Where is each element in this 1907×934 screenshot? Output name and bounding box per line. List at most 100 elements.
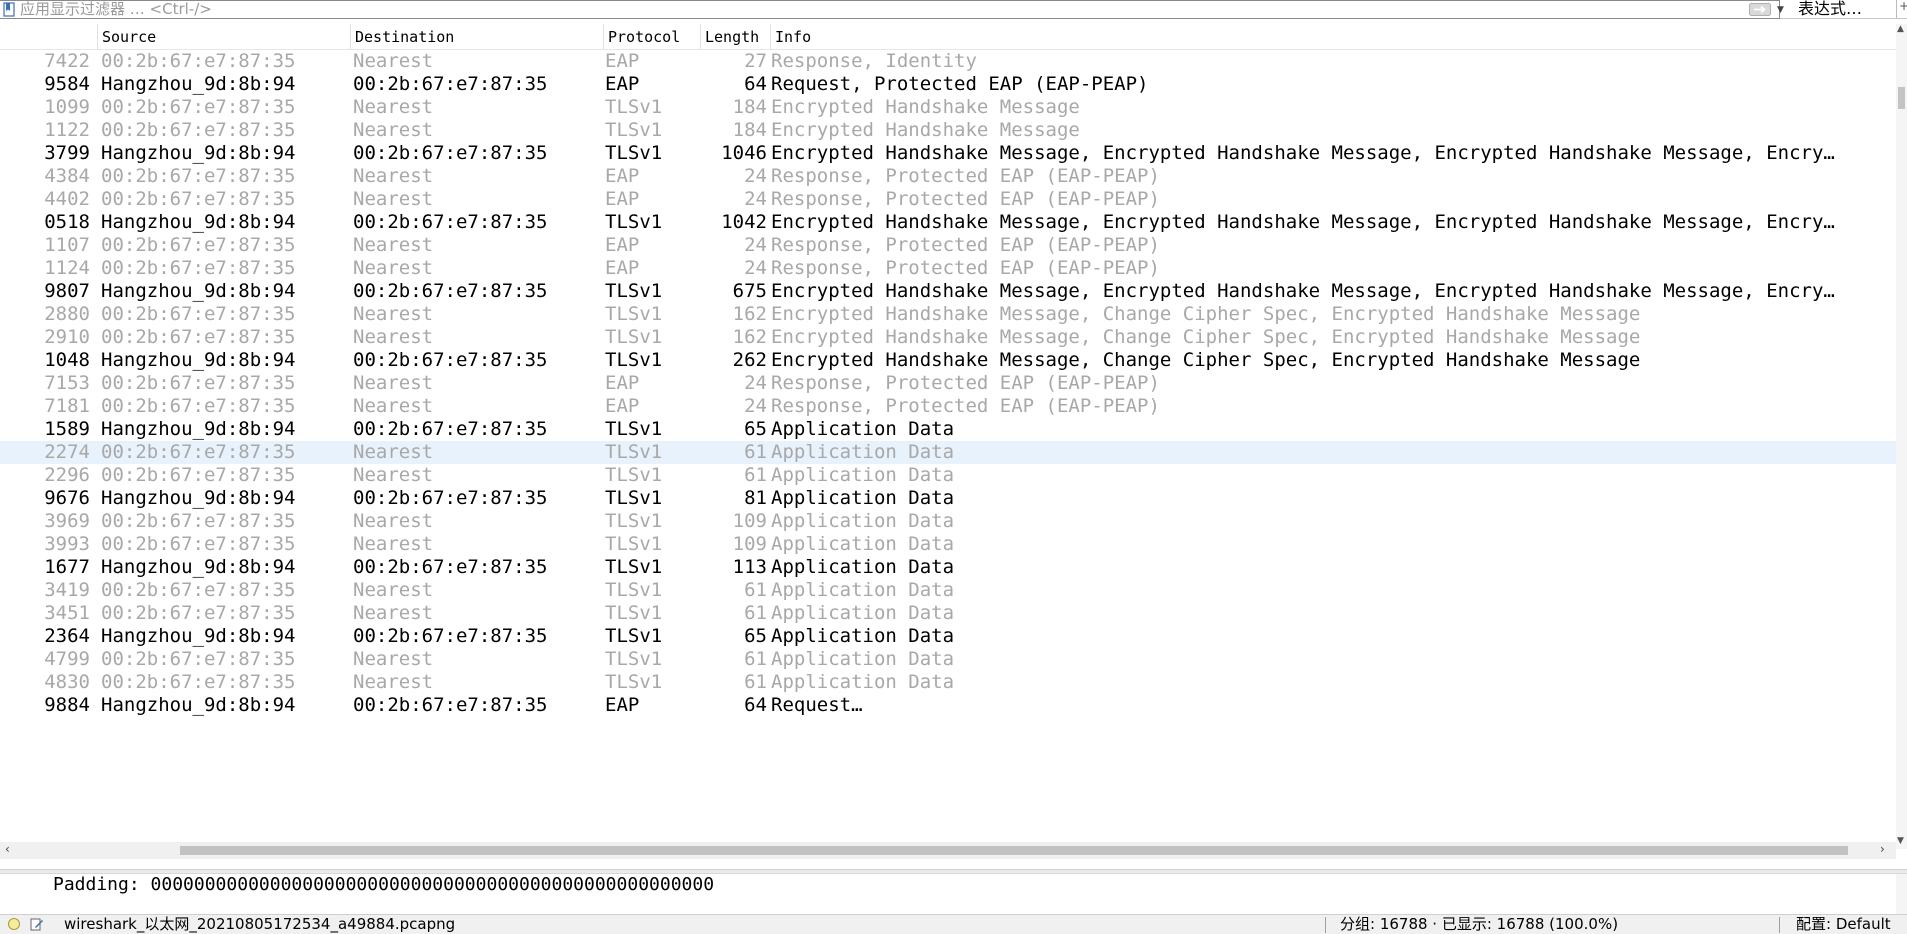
- packet-source-cell: Hangzhou_9d:8b:94: [101, 694, 296, 716]
- packet-row[interactable]: 2364 Hangzhou_9d:8b:94 00:2b:67:e7:87:35 TL…: [0, 625, 1896, 648]
- horizontal-scrollbar-thumb[interactable]: [180, 846, 1848, 855]
- packet-info-cell: Application Data: [771, 602, 955, 624]
- packet-row[interactable]: 4830 00:2b:67:e7:87:35 Nearest TLSv1 61 Appli…: [0, 671, 1896, 694]
- packet-destination-cell: 00:2b:67:e7:87:35: [353, 625, 548, 647]
- packet-length-cell: 65: [744, 625, 767, 647]
- scroll-down-arrow-icon[interactable]: ▼: [1897, 836, 1904, 846]
- packet-row[interactable]: 3419 00:2b:67:e7:87:35 Nearest TLSv1 61 Appli…: [0, 579, 1896, 602]
- scroll-left-arrow-icon[interactable]: ‹: [5, 842, 10, 856]
- capture-comment-edit-icon[interactable]: [30, 917, 44, 931]
- packet-protocol-cell: TLSv1: [605, 602, 663, 624]
- packet-length-cell: 24: [744, 234, 767, 256]
- column-header-info[interactable]: Info: [770, 24, 1896, 50]
- packet-row[interactable]: 9584 Hangzhou_9d:8b:94 00:2b:67:e7:87:35 EA…: [0, 73, 1896, 96]
- packet-source-cell: 00:2b:67:e7:87:35: [101, 648, 296, 670]
- status-bar: wireshark_以太网_20210805172534_a49884.pcap…: [0, 914, 1907, 934]
- packet-protocol-cell: TLSv1: [605, 671, 663, 693]
- column-header-source[interactable]: Source: [97, 24, 350, 50]
- packet-info-cell: Response, Identity: [771, 50, 977, 72]
- add-filter-button[interactable]: +: [1896, 0, 1907, 18]
- column-header-destination[interactable]: Destination: [350, 24, 603, 50]
- packet-row[interactable]: 9884 Hangzhou_9d:8b:94 00:2b:67:e7:87:35 EA…: [0, 694, 1896, 717]
- packet-time-cell: 7422: [44, 50, 90, 72]
- apply-filter-arrow-icon[interactable]: [1749, 3, 1771, 16]
- details-vertical-scrollbar[interactable]: [1896, 874, 1907, 915]
- packet-row[interactable]: 2296 00:2b:67:e7:87:35 Nearest TLSv1 61 Appli…: [0, 464, 1896, 487]
- packet-row[interactable]: 1122 00:2b:67:e7:87:35 Nearest TLSv1 184 Encr…: [0, 119, 1896, 142]
- packet-source-cell: 00:2b:67:e7:87:35: [101, 464, 296, 486]
- packet-row[interactable]: 2880 00:2b:67:e7:87:35 Nearest TLSv1 162 Encr…: [0, 303, 1896, 326]
- scroll-up-arrow-icon[interactable]: ▲: [1897, 24, 1904, 34]
- packet-list-vertical-scrollbar[interactable]: ▲ ▼: [1896, 24, 1907, 849]
- packet-row[interactable]: 3993 00:2b:67:e7:87:35 Nearest TLSv1 109 Appl…: [0, 533, 1896, 556]
- packet-list-horizontal-scrollbar[interactable]: ‹ ›: [0, 842, 1896, 859]
- packet-protocol-cell: TLSv1: [605, 441, 663, 463]
- packet-time-cell: 9884: [44, 694, 90, 716]
- packet-destination-cell: 00:2b:67:e7:87:35: [353, 349, 548, 371]
- packet-source-cell: Hangzhou_9d:8b:94: [101, 418, 296, 440]
- packet-time-cell: 1099: [44, 96, 90, 118]
- packet-protocol-cell: TLSv1: [605, 464, 663, 486]
- scrollbar-thumb[interactable]: [1898, 87, 1905, 109]
- packet-row[interactable]: 0518 Hangzhou_9d:8b:94 00:2b:67:e7:87:35 TL…: [0, 211, 1896, 234]
- packet-row[interactable]: 1124 00:2b:67:e7:87:35 Nearest EAP 24 Respons…: [0, 257, 1896, 280]
- packet-length-cell: 162: [732, 326, 767, 348]
- packet-row[interactable]: 3969 00:2b:67:e7:87:35 Nearest TLSv1 109 Appl…: [0, 510, 1896, 533]
- packet-row[interactable]: 1677 Hangzhou_9d:8b:94 00:2b:67:e7:87:35 TL…: [0, 556, 1896, 579]
- packet-length-cell: 81: [744, 487, 767, 509]
- packet-row[interactable]: 4384 00:2b:67:e7:87:35 Nearest EAP 24 Respons…: [0, 165, 1896, 188]
- column-header-time[interactable]: [0, 24, 97, 50]
- configuration-profile[interactable]: 配置: Default: [1796, 915, 1891, 934]
- packet-row[interactable]: 1107 00:2b:67:e7:87:35 Nearest EAP 24 Respons…: [0, 234, 1896, 257]
- packet-time-cell: 7153: [44, 372, 90, 394]
- packet-row[interactable]: 9676 Hangzhou_9d:8b:94 00:2b:67:e7:87:35 TL…: [0, 487, 1896, 510]
- packet-protocol-cell: TLSv1: [605, 418, 663, 440]
- packet-time-cell: 2364: [44, 625, 90, 647]
- expert-info-indicator-icon[interactable]: [8, 918, 20, 930]
- packet-source-cell: 00:2b:67:e7:87:35: [101, 372, 296, 394]
- packet-length-cell: 24: [744, 165, 767, 187]
- packet-row[interactable]: 1099 00:2b:67:e7:87:35 Nearest TLSv1 184 Encr…: [0, 96, 1896, 119]
- packet-time-cell: 2296: [44, 464, 90, 486]
- display-filter-toolbar: 应用显示过滤器 … <Ctrl-/> ▼ 表达式… +: [0, 0, 1907, 19]
- packet-row[interactable]: 4799 00:2b:67:e7:87:35 Nearest TLSv1 61 Appli…: [0, 648, 1896, 671]
- packet-time-cell: 1048: [44, 349, 90, 371]
- scroll-right-arrow-icon[interactable]: ›: [1880, 842, 1885, 856]
- detail-field-padding[interactable]: Padding: 0000000000000000000000000000000…: [53, 874, 714, 896]
- packet-destination-cell: Nearest: [353, 441, 434, 463]
- packet-row[interactable]: 2274 00:2b:67:e7:87:35 Nearest TLSv1 61 Appli…: [0, 441, 1896, 464]
- packet-protocol-cell: TLSv1: [605, 487, 663, 509]
- packet-destination-cell: Nearest: [353, 119, 434, 141]
- packet-details-pane[interactable]: Padding: 0000000000000000000000000000000…: [0, 873, 1907, 915]
- packet-source-cell: 00:2b:67:e7:87:35: [101, 579, 296, 601]
- packet-length-cell: 64: [744, 73, 767, 95]
- packet-info-cell: Application Data: [771, 625, 955, 647]
- packet-row[interactable]: 7153 00:2b:67:e7:87:35 Nearest EAP 24 Respons…: [0, 372, 1896, 395]
- packet-row[interactable]: 7181 00:2b:67:e7:87:35 Nearest EAP 24 Respons…: [0, 395, 1896, 418]
- packet-row[interactable]: 7422 00:2b:67:e7:87:35 Nearest EAP 27 Respons…: [0, 50, 1896, 73]
- packet-row[interactable]: 4402 00:2b:67:e7:87:35 Nearest EAP 24 Respons…: [0, 188, 1896, 211]
- packet-row[interactable]: 1589 Hangzhou_9d:8b:94 00:2b:67:e7:87:35 TL…: [0, 418, 1896, 441]
- packet-row[interactable]: 3451 00:2b:67:e7:87:35 Nearest TLSv1 61 Appli…: [0, 602, 1896, 625]
- packet-time-cell: 3969: [44, 510, 90, 532]
- packet-time-cell: 4799: [44, 648, 90, 670]
- packet-row[interactable]: 9807 Hangzhou_9d:8b:94 00:2b:67:e7:87:35 TL…: [0, 280, 1896, 303]
- packet-length-cell: 1042: [721, 211, 767, 233]
- packet-protocol-cell: EAP: [605, 372, 640, 394]
- bookmark-icon[interactable]: [3, 2, 15, 17]
- packet-list[interactable]: Source Destination Protocol Length Info …: [0, 24, 1896, 849]
- packet-length-cell: 24: [744, 372, 767, 394]
- packet-row[interactable]: 1048 Hangzhou_9d:8b:94 00:2b:67:e7:87:35 TL…: [0, 349, 1896, 372]
- packet-destination-cell: Nearest: [353, 533, 434, 555]
- column-header-protocol[interactable]: Protocol: [603, 24, 700, 50]
- filter-history-dropdown-icon[interactable]: ▼: [1777, 5, 1784, 15]
- packet-info-cell: Encrypted Handshake Message, Change Ciph…: [771, 349, 1641, 371]
- packet-protocol-cell: EAP: [605, 165, 640, 187]
- packet-row[interactable]: 3799 Hangzhou_9d:8b:94 00:2b:67:e7:87:35 TL…: [0, 142, 1896, 165]
- column-header-length[interactable]: Length: [700, 24, 770, 50]
- expression-button[interactable]: 表达式…: [1798, 0, 1862, 18]
- packet-time-cell: 3419: [44, 579, 90, 601]
- packet-source-cell: Hangzhou_9d:8b:94: [101, 625, 296, 647]
- packet-row[interactable]: 2910 00:2b:67:e7:87:35 Nearest TLSv1 162 Encr…: [0, 326, 1896, 349]
- display-filter-input[interactable]: 应用显示过滤器 … <Ctrl-/> ▼: [0, 0, 1784, 19]
